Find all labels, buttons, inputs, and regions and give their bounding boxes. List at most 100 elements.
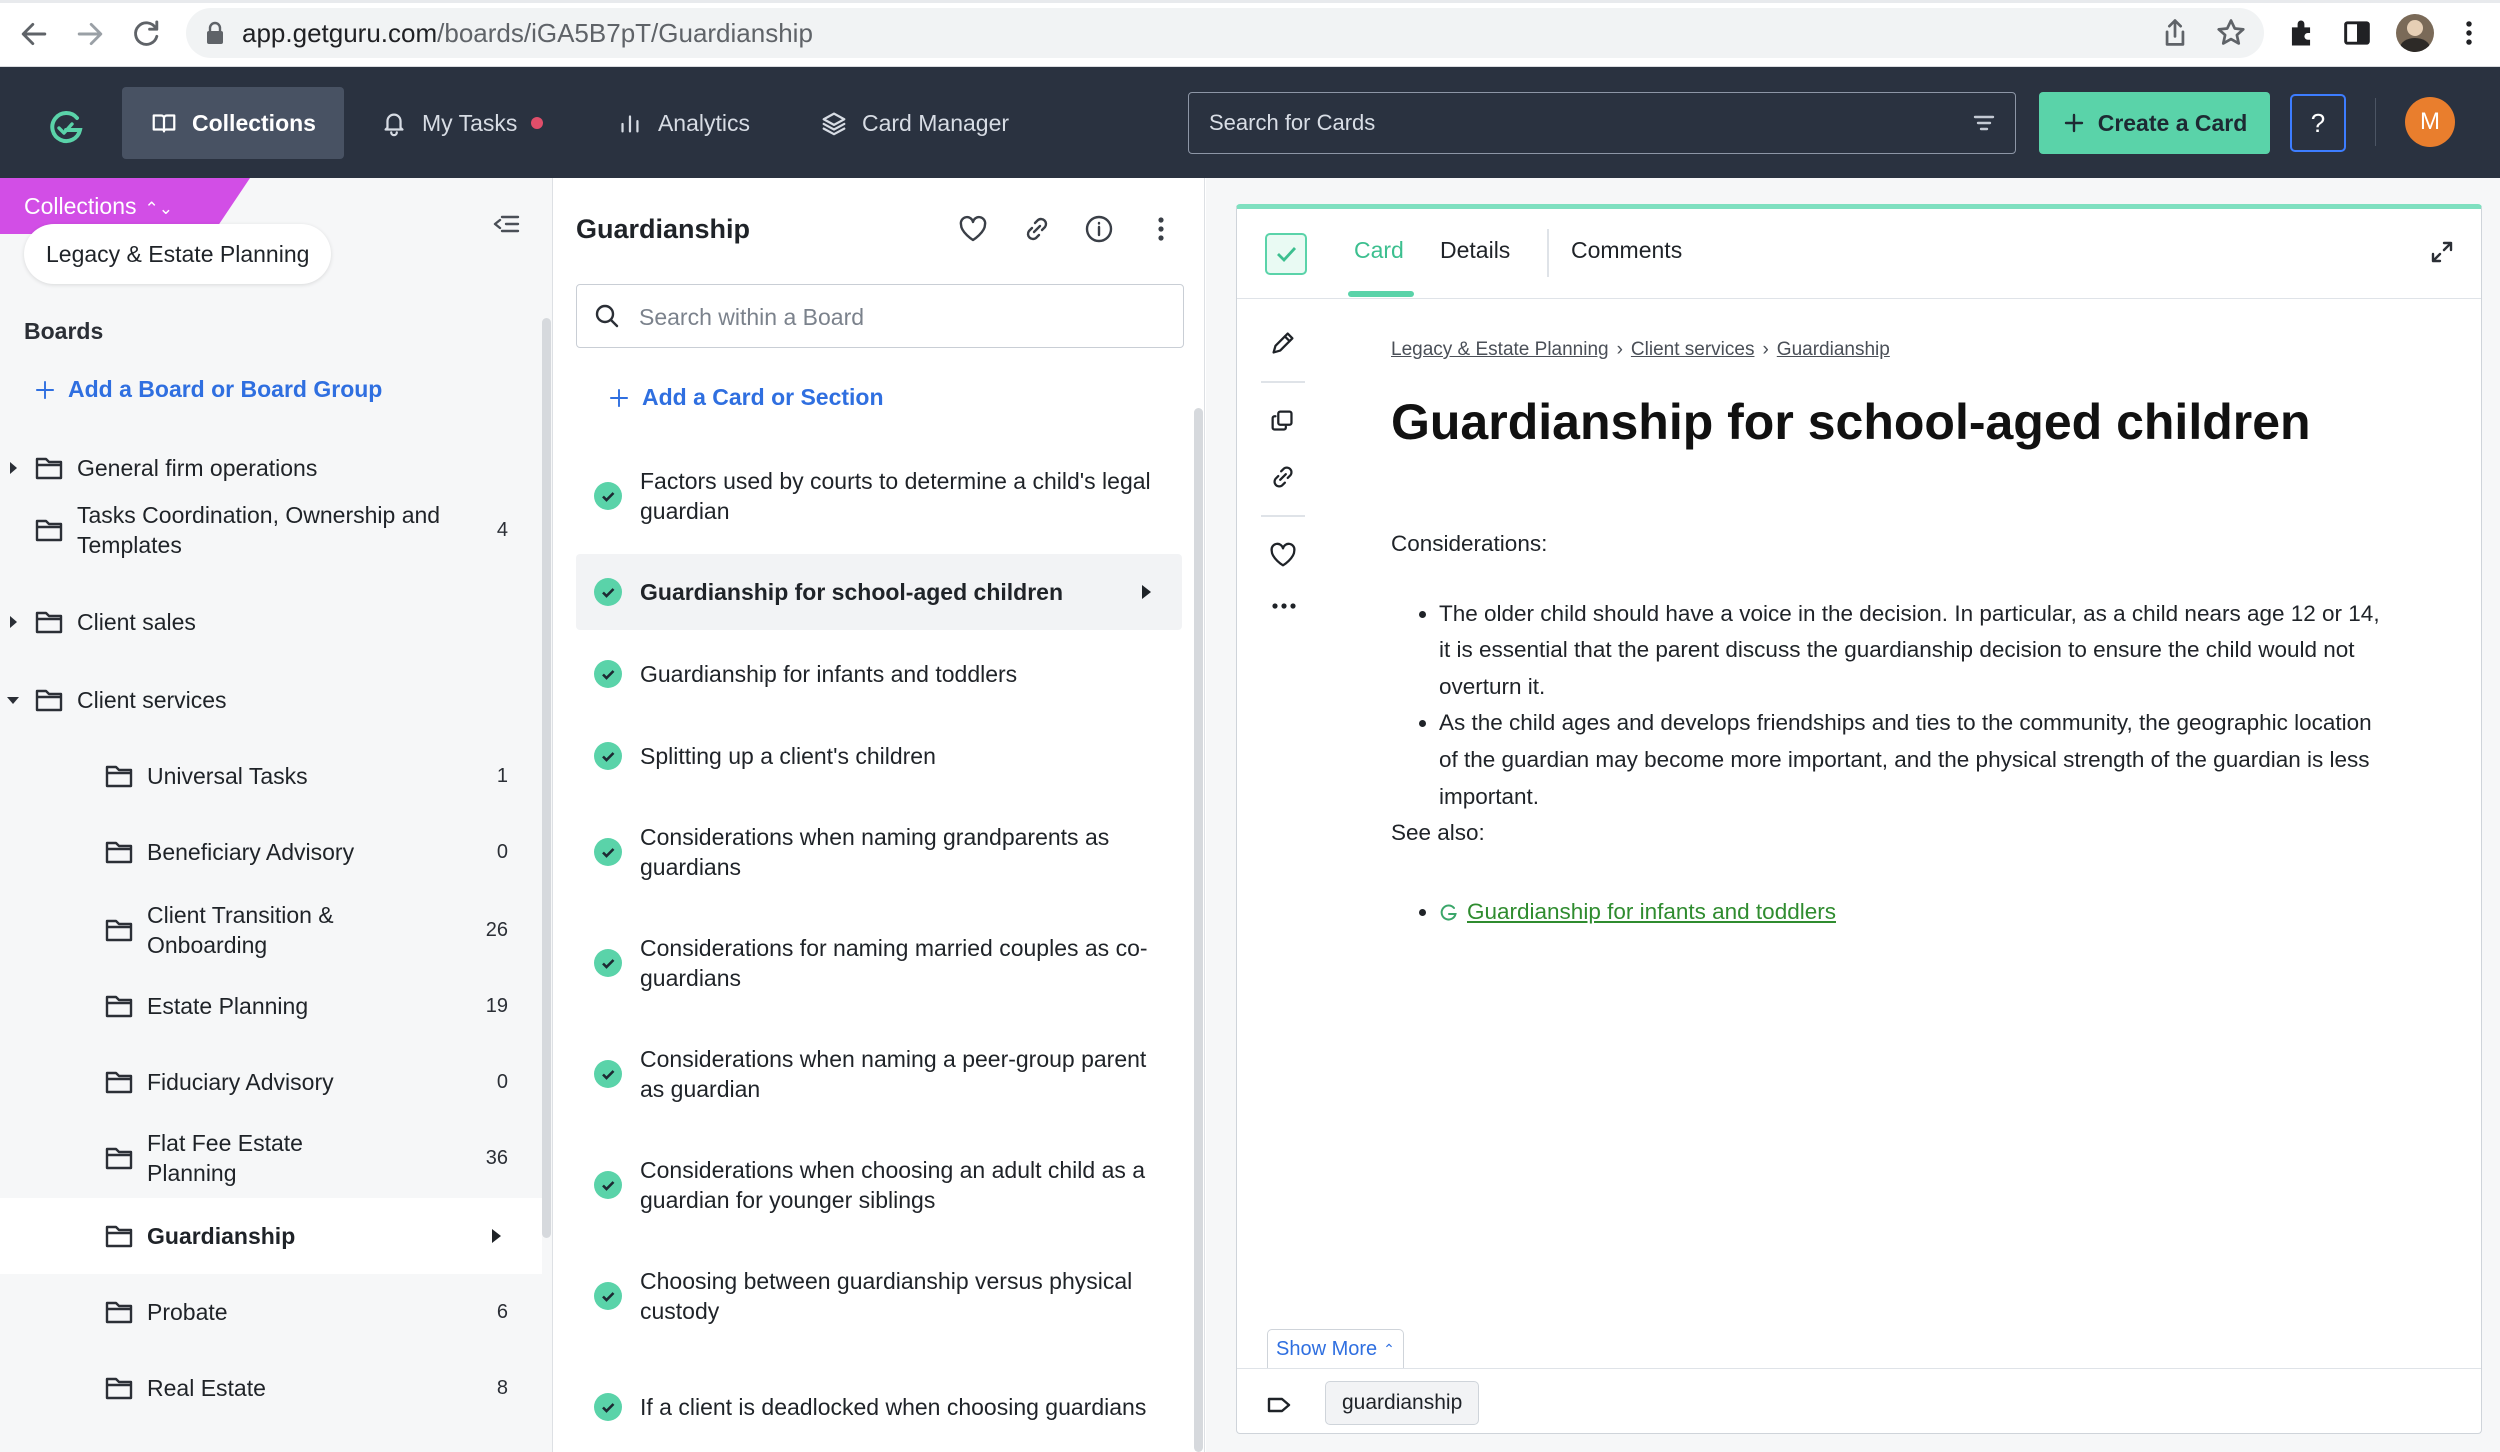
collapse-sidebar-icon[interactable]	[490, 208, 522, 240]
tab-card[interactable]: Card	[1354, 237, 1404, 264]
extensions-icon[interactable]	[2284, 16, 2320, 52]
breadcrumb-link-collection[interactable]: Legacy & Estate Planning	[1391, 339, 1609, 360]
expand-icon[interactable]	[2429, 239, 2455, 265]
card-list-item[interactable]: Guardianship for school-aged children	[576, 554, 1182, 630]
more-horizontal-icon[interactable]	[1267, 589, 1301, 623]
heart-icon[interactable]	[956, 212, 990, 246]
side-panel-icon[interactable]	[2340, 16, 2376, 52]
copy-link-icon[interactable]	[1267, 461, 1301, 495]
card-list-item[interactable]: Considerations when naming grandparents …	[576, 812, 1182, 892]
card-count-badge: 0	[496, 1070, 508, 1093]
add-board-label: Add a Board or Board Group	[68, 376, 383, 402]
sidebar-board-row[interactable]: Beneficiary Advisory 0	[0, 814, 542, 890]
card-list-item[interactable]: Considerations when naming a peer-group …	[576, 1034, 1182, 1114]
tag-pill[interactable]: guardianship	[1325, 1381, 1480, 1425]
sidebar-board-label: Client services	[77, 687, 227, 713]
breadcrumb-link-board-group[interactable]: Client services	[1631, 339, 1755, 360]
card-pane: Card Details Comments Legacy & Estate Pl…	[1206, 178, 2500, 1452]
card-list-item[interactable]: Considerations when choosing an adult ch…	[576, 1145, 1182, 1225]
edit-pencil-icon[interactable]	[1267, 327, 1301, 361]
card-count-badge: 36	[485, 1146, 508, 1169]
nav-collections[interactable]: Collections	[122, 87, 344, 159]
tab-comments[interactable]: Comments	[1571, 237, 1682, 264]
help-button[interactable]: ?	[2290, 94, 2346, 152]
sidebar-board-row[interactable]: Client Transition & Onboarding 26	[0, 892, 542, 968]
sidebar-board-row[interactable]: Universal Tasks 1	[0, 738, 542, 814]
share-icon[interactable]	[2158, 16, 2194, 52]
add-board-button[interactable]: Add a Board or Board Group	[34, 376, 382, 403]
folder-icon	[104, 992, 134, 1020]
chevron-updown-icon: ⌃⌄	[144, 199, 174, 218]
forward-icon[interactable]	[72, 16, 108, 52]
card-list-title: If a client is deadlocked when choosing …	[640, 1394, 1147, 1420]
info-icon[interactable]	[1082, 212, 1116, 246]
card-list-item[interactable]: Factors used by courts to determine a ch…	[576, 456, 1182, 536]
sidebar-board-row[interactable]: Flat Fee Estate Planning 36	[0, 1120, 542, 1196]
card-list-title: Factors used by courts to determine a ch…	[640, 468, 1151, 524]
plus-icon	[35, 380, 55, 399]
caret-right-icon	[1140, 584, 1152, 600]
back-icon[interactable]	[16, 16, 52, 52]
caret-right-icon[interactable]	[6, 615, 20, 629]
sidebar-board-row[interactable]: Guardianship	[0, 1198, 542, 1274]
verified-check-icon	[594, 660, 622, 688]
caret-right-icon[interactable]	[6, 461, 20, 475]
sidebar-scrollbar[interactable]	[542, 318, 551, 1238]
card-list-item[interactable]: If a client is deadlocked when choosing …	[576, 1367, 1182, 1447]
side-toolbar-divider	[1261, 381, 1305, 383]
sidebar-board-row[interactable]: Fiduciary Advisory 0	[0, 1044, 542, 1120]
card-list-item[interactable]: Splitting up a client's children	[576, 716, 1182, 796]
card-list-item[interactable]: Considerations for naming married couple…	[576, 923, 1182, 1003]
sidebar-board-label: Estate Planning	[147, 993, 309, 1019]
card-count-badge: 1	[496, 764, 508, 787]
sidebar-board-row[interactable]: Tasks Coordination, Ownership and Templa…	[0, 492, 542, 568]
more-vertical-icon[interactable]	[1144, 212, 1178, 246]
browser-menu-icon[interactable]	[2452, 16, 2488, 52]
collection-name-pill[interactable]: Legacy & Estate Planning	[24, 224, 332, 284]
guru-logo-icon[interactable]	[44, 106, 88, 150]
nav-card-manager-label: Card Manager	[862, 109, 1010, 136]
board-search-input[interactable]: Search within a Board	[576, 284, 1184, 348]
breadcrumb-link-board[interactable]: Guardianship	[1777, 339, 1890, 360]
sidebar-board-row[interactable]: Client sales	[0, 584, 542, 660]
see-also-link[interactable]: Guardianship for infants and toddlers	[1467, 899, 1836, 924]
filter-icon[interactable]	[1971, 110, 1997, 136]
sidebar-board-row[interactable]: Real Estate 8	[0, 1350, 542, 1426]
card-list-item[interactable]: Choosing between guardianship versus phy…	[576, 1256, 1182, 1336]
tab-strip	[0, 0, 2500, 3]
verified-check-icon[interactable]	[1265, 233, 1307, 275]
sidebar-board-row[interactable]: Client services	[0, 662, 542, 738]
add-card-button[interactable]: Add a Card or Section	[608, 384, 884, 411]
nav-analytics[interactable]: Analytics	[588, 87, 778, 159]
create-card-button[interactable]: Create a Card	[2039, 92, 2270, 154]
show-more-button[interactable]: Show More ⌃	[1267, 1329, 1404, 1369]
card-list-item[interactable]: Guardianship for infants and toddlers	[576, 634, 1182, 714]
verified-check-icon	[594, 1393, 622, 1421]
link-icon[interactable]	[1020, 212, 1054, 246]
card-view: Card Details Comments Legacy & Estate Pl…	[1236, 204, 2482, 1434]
see-also-label: See also:	[1391, 820, 1485, 846]
reload-icon[interactable]	[128, 16, 164, 52]
user-avatar[interactable]: M	[2405, 97, 2455, 147]
nav-my-tasks[interactable]: My Tasks	[352, 87, 574, 159]
sidebar-board-label: Beneficiary Advisory	[147, 839, 355, 865]
search-cards-placeholder: Search for Cards	[1209, 110, 1376, 135]
board-scrollbar[interactable]	[1194, 408, 1203, 1452]
nav-card-manager[interactable]: Card Manager	[792, 87, 1042, 159]
list-item: As the child ages and develops friendshi…	[1439, 705, 2391, 815]
search-cards-input[interactable]: Search for Cards	[1188, 92, 2016, 154]
verified-check-icon	[594, 838, 622, 866]
favorite-heart-icon[interactable]	[1267, 539, 1301, 573]
caret-down-icon[interactable]	[6, 693, 20, 707]
sidebar-board-row[interactable]: Probate 6	[0, 1274, 542, 1350]
board-title: Guardianship	[576, 214, 751, 244]
profile-avatar[interactable]	[2396, 14, 2434, 52]
copy-icon[interactable]	[1267, 405, 1301, 439]
board-search-placeholder: Search within a Board	[639, 304, 865, 330]
browser-toolbar: app.getguru.com/boards/iGA5B7pT/Guardian…	[0, 0, 2500, 67]
chevron-up-icon: ⌃	[1383, 1341, 1395, 1357]
sidebar-board-label: General firm operations	[77, 455, 318, 481]
bookmark-star-icon[interactable]	[2214, 16, 2250, 52]
tab-details[interactable]: Details	[1440, 237, 1510, 264]
sidebar-board-row[interactable]: Estate Planning 19	[0, 968, 542, 1044]
